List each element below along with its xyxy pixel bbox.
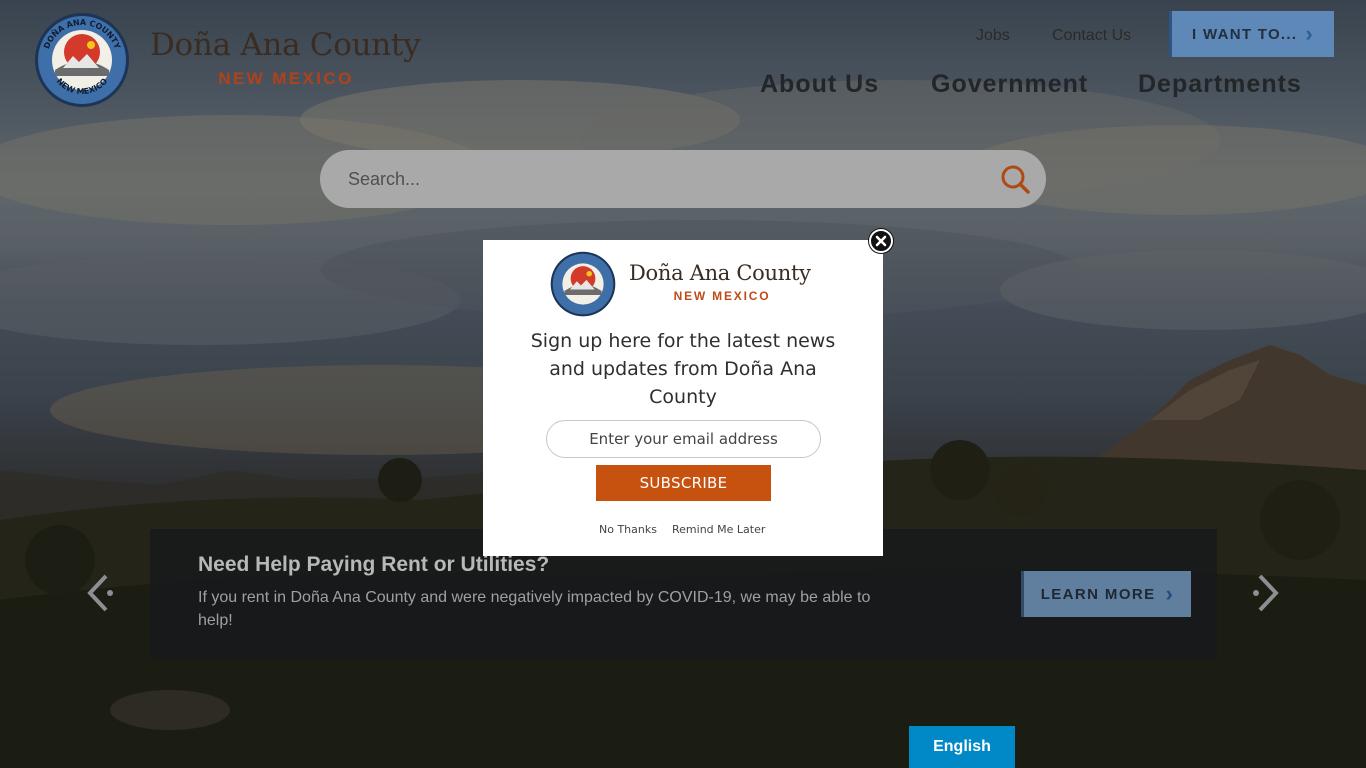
popup-message: Sign up here for the latest news and upd… — [530, 330, 836, 408]
email-field[interactable] — [546, 420, 821, 458]
popup-brand-subtitle: NEW MEXICO — [673, 289, 771, 303]
brand-subtitle: NEW MEXICO — [218, 69, 354, 88]
slide-previous-arrow[interactable] — [82, 570, 118, 616]
close-icon[interactable] — [869, 229, 893, 253]
contact-us-link[interactable]: Contact Us — [1052, 27, 1131, 45]
newsletter-popup: Doña Ana County NEW MEXICO Sign up here … — [483, 240, 883, 556]
i-want-to-button[interactable]: I WANT TO... › — [1169, 11, 1334, 57]
site-search — [320, 150, 1046, 208]
brand-name[interactable]: Doña Ana County — [150, 27, 440, 63]
nav-about-us[interactable]: About Us — [760, 70, 879, 99]
learn-more-button[interactable]: LEARN MORE › — [1021, 571, 1191, 617]
jobs-link[interactable]: Jobs — [976, 27, 1010, 45]
search-icon[interactable] — [998, 163, 1034, 197]
language-selector[interactable]: English — [909, 726, 1015, 768]
remind-later-link[interactable]: Remind Me Later — [672, 523, 765, 536]
county-seal-logo — [549, 251, 617, 317]
banner-text: If you rent in Doña Ana County and were … — [198, 589, 871, 629]
nav-government[interactable]: Government — [931, 70, 1088, 99]
chevron-right-icon: › — [1165, 581, 1175, 606]
learn-more-label: LEARN MORE — [1040, 585, 1156, 603]
popup-brand-name: Doña Ana County — [629, 261, 811, 285]
i-want-to-label: I WANT TO... — [1192, 25, 1298, 43]
nav-departments[interactable]: Departments — [1138, 70, 1302, 99]
search-input[interactable] — [348, 164, 988, 194]
slide-next-arrow[interactable] — [1248, 570, 1284, 616]
banner-title[interactable]: Need Help Paying Rent or Utilities? — [198, 553, 549, 577]
chevron-right-icon: › — [1305, 21, 1314, 46]
subscribe-button[interactable]: SUBSCRIBE — [596, 465, 771, 501]
no-thanks-link[interactable]: No Thanks — [599, 523, 657, 536]
county-seal-logo[interactable]: DOÑA ANA COUNTY NEW MEXICO — [33, 12, 131, 108]
